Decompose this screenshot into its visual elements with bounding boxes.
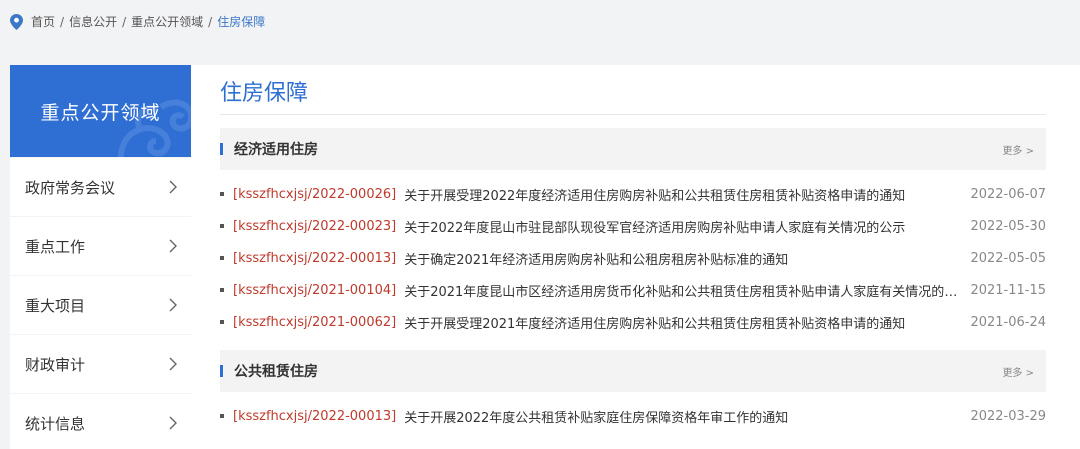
article-date: 2021-06-24 (970, 314, 1046, 330)
article-date: 2022-03-29 (970, 408, 1046, 424)
article-date: 2021-11-15 (970, 282, 1046, 298)
doc-code: [ksszfhcxjsj/2022-00026] (233, 186, 397, 202)
more-link[interactable]: 更多 > (1002, 364, 1034, 379)
doc-code: [ksszfhcxjsj/2021-00104] (233, 282, 397, 298)
sidebar-item-key-work[interactable]: 重点工作 (10, 217, 191, 275)
bullet (220, 414, 224, 418)
section-accent-bar (220, 365, 223, 377)
sidebar-item-major-projects[interactable]: 重大项目 (10, 276, 191, 334)
sidebar-item-executive-meetings[interactable]: 政府常务会议 (10, 158, 191, 216)
list-item[interactable]: [ksszfhcxjsj/2021-00062] 关于开展受理2021年度经济适… (220, 306, 1046, 338)
chevron-right-icon (169, 416, 177, 430)
breadcrumb: 首页 / 信息公开 / 重点公开领域 / 住房保障 (0, 0, 1080, 43)
page-title: 住房保障 (220, 79, 1046, 115)
article-title-link[interactable]: 关于2022年度昆山市驻昆部队现役军官经济适用房购房补贴申请人家庭有关情况的公示 (404, 217, 958, 236)
chevron-right-icon (169, 357, 177, 371)
doc-code: [ksszfhcxjsj/2022-00013] (233, 250, 397, 266)
article-title-link[interactable]: 关于开展2022年度公共租赁补贴家庭住房保障资格年审工作的通知 (404, 407, 958, 426)
section-title: 经济适用住房 (234, 142, 318, 158)
chevron-right-icon (169, 180, 177, 194)
list-item[interactable]: [ksszfhcxjsj/2022-00013] 关于开展2022年度公共租赁补… (220, 400, 1046, 432)
sidebar-item-statistics[interactable]: 统计信息 (10, 394, 191, 449)
section-header-public-rental: 公共租赁住房 更多 > (220, 350, 1046, 392)
bullet (220, 224, 224, 228)
list-item[interactable]: [ksszfhcxjsj/2021-00104] 关于2021年度昆山市区经济适… (220, 274, 1046, 306)
article-title-link[interactable]: 关于开展受理2021年度经济适用住房购房补贴和公共租赁住房租赁补贴资格申请的通知 (404, 313, 958, 332)
location-pin-icon (10, 13, 23, 30)
sidebar-item-label: 统计信息 (25, 414, 86, 433)
article-date: 2022-05-05 (970, 250, 1046, 266)
breadcrumb-info-link[interactable]: 信息公开 (69, 13, 117, 30)
more-link[interactable]: 更多 > (1002, 142, 1034, 157)
doc-code: [ksszfhcxjsj/2022-00013] (233, 408, 397, 424)
doc-code: [ksszfhcxjsj/2022-00023] (233, 218, 397, 234)
list-item[interactable]: [ksszfhcxjsj/2022-00026] 关于开展受理2022年度经济适… (220, 178, 1046, 210)
article-list: [ksszfhcxjsj/2022-00013] 关于开展2022年度公共租赁补… (220, 392, 1046, 432)
article-list: [ksszfhcxjsj/2022-00026] 关于开展受理2022年度经济适… (220, 170, 1046, 338)
section-title: 公共租赁住房 (234, 364, 318, 380)
list-item[interactable]: [ksszfhcxjsj/2022-00023] 关于2022年度昆山市驻昆部队… (220, 210, 1046, 242)
breadcrumb-current: 住房保障 (217, 15, 266, 29)
breadcrumb-separator: / (60, 14, 65, 29)
breadcrumb-separator: / (122, 14, 127, 29)
section-header-affordable-housing: 经济适用住房 更多 > (220, 128, 1046, 170)
breadcrumb-home-link[interactable]: 首页 (31, 13, 55, 30)
list-item[interactable]: [ksszfhcxjsj/2022-00013] 关于确定2021年经济适用房购… (220, 242, 1046, 274)
section-accent-bar (220, 143, 223, 155)
bullet (220, 320, 224, 324)
sidebar-item-label: 政府常务会议 (25, 178, 116, 197)
chevron-right-icon (169, 298, 177, 312)
main-content: 住房保障 经济适用住房 更多 > [ksszfhcxjsj/2022-00026… (191, 65, 1080, 449)
sidebar-item-label: 财政审计 (25, 355, 86, 374)
breadcrumb-separator: / (208, 14, 213, 29)
sidebar-header-title: 重点公开领域 (40, 101, 161, 124)
article-date: 2022-06-07 (970, 186, 1046, 202)
bullet (220, 256, 224, 260)
bullet (220, 192, 224, 196)
article-title-link[interactable]: 关于2021年度昆山市区经济适用房货币化补贴和公共租赁住房租赁补贴申请人家庭有关… (404, 281, 958, 300)
sidebar-item-label: 重大项目 (25, 296, 86, 315)
bullet (220, 288, 224, 292)
article-title-link[interactable]: 关于确定2021年经济适用房购房补贴和公租房租房补贴标准的通知 (404, 249, 958, 268)
sidebar-item-finance-audit[interactable]: 财政审计 (10, 335, 191, 393)
sidebar-header: 重点公开领域 (10, 65, 191, 157)
doc-code: [ksszfhcxjsj/2021-00062] (233, 314, 397, 330)
sidebar: 重点公开领域 政府常务会议 重点工作 重大项目 财政审计 统计信息 (10, 65, 191, 449)
breadcrumb-key-areas-link[interactable]: 重点公开领域 (131, 13, 203, 30)
article-title-link[interactable]: 关于开展受理2022年度经济适用住房购房补贴和公共租赁住房租赁补贴资格申请的通知 (404, 185, 958, 204)
chevron-right-icon (169, 239, 177, 253)
article-date: 2022-05-30 (970, 218, 1046, 234)
sidebar-item-label: 重点工作 (25, 237, 86, 256)
